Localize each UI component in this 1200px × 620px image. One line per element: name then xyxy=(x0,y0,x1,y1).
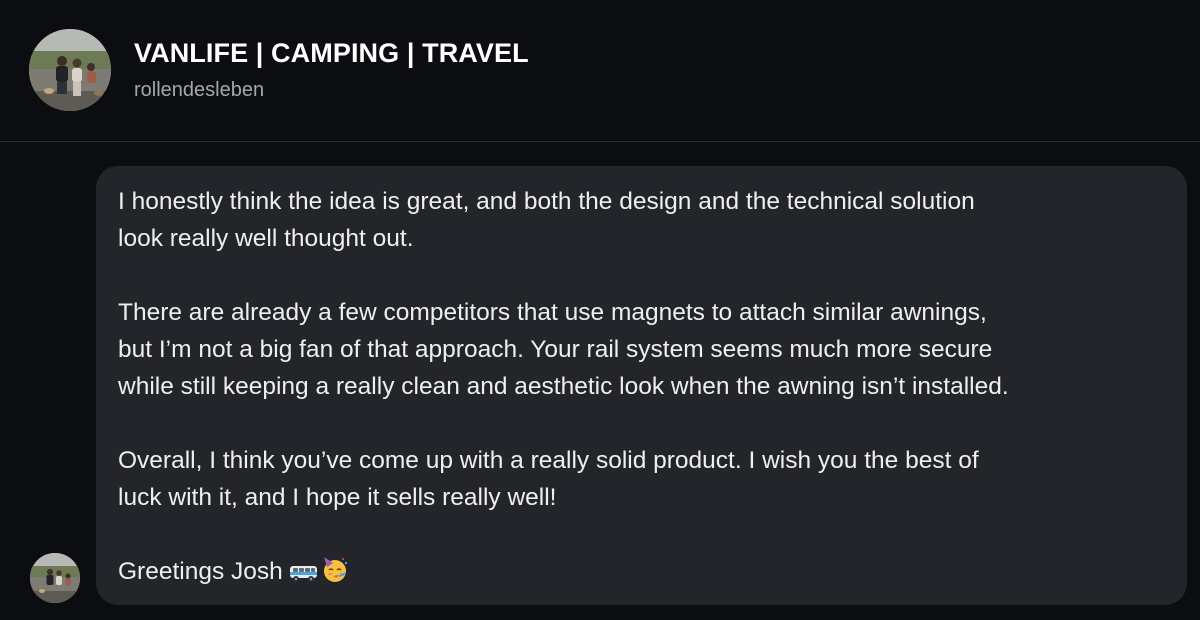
message-bubble: I honestly think the idea is great, and … xyxy=(96,166,1187,605)
message-line: luck with it, and I hope it sells really… xyxy=(118,484,557,511)
message-paragraph: Overall, I think you’ve come up with a r… xyxy=(118,442,1165,516)
channel-title[interactable]: VANLIFE | CAMPING | TRAVEL xyxy=(134,38,529,69)
message-line: while still keeping a really clean and a… xyxy=(118,373,1009,400)
sender-photo xyxy=(30,553,80,603)
message-paragraph: There are already a few competitors that… xyxy=(118,294,1165,405)
message-line: look really well thought out. xyxy=(118,225,414,252)
message-line: Overall, I think you’ve come up with a r… xyxy=(118,447,979,474)
profile-photo xyxy=(29,29,111,111)
partying-face-icon xyxy=(321,555,349,594)
message-signoff: Greetings Josh xyxy=(118,558,283,585)
profile-avatar[interactable] xyxy=(29,29,111,111)
sender-avatar[interactable] xyxy=(30,553,80,603)
message-paragraph: I honestly think the idea is great, and … xyxy=(118,183,1165,257)
message-signoff-paragraph: Greetings Josh xyxy=(118,553,1165,594)
channel-username: rollendesleben xyxy=(134,79,265,101)
message-line: but I’m not a big fan of that approach. … xyxy=(118,336,993,363)
chat-header: VANLIFE | CAMPING | TRAVEL rollendeslebe… xyxy=(0,0,1200,142)
minibus-icon xyxy=(289,557,319,594)
message-line: I honestly think the idea is great, and … xyxy=(118,188,975,215)
message-line: There are already a few competitors that… xyxy=(118,299,987,326)
